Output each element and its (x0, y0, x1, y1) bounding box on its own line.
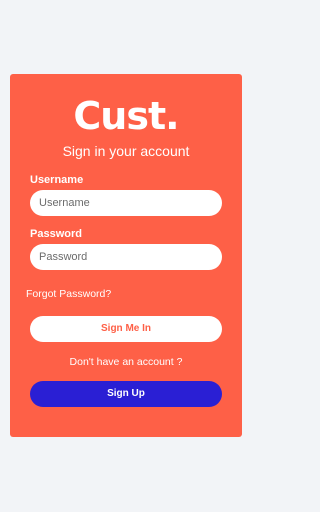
login-card: Cust. Sign in your account Username Pass… (10, 74, 242, 437)
app-logo: Cust. (73, 94, 179, 138)
login-subtitle: Sign in your account (62, 143, 190, 159)
forgot-password-link[interactable]: Forgot Password? (26, 287, 111, 301)
username-label: Username (30, 174, 84, 186)
no-account-text: Don't have an account ? (69, 356, 183, 368)
password-label: Password (30, 228, 82, 240)
sign-in-button[interactable]: Sign Me In (30, 316, 222, 342)
sign-up-button[interactable]: Sign Up (30, 381, 222, 407)
username-input[interactable] (30, 190, 222, 216)
password-input[interactable] (30, 244, 222, 270)
